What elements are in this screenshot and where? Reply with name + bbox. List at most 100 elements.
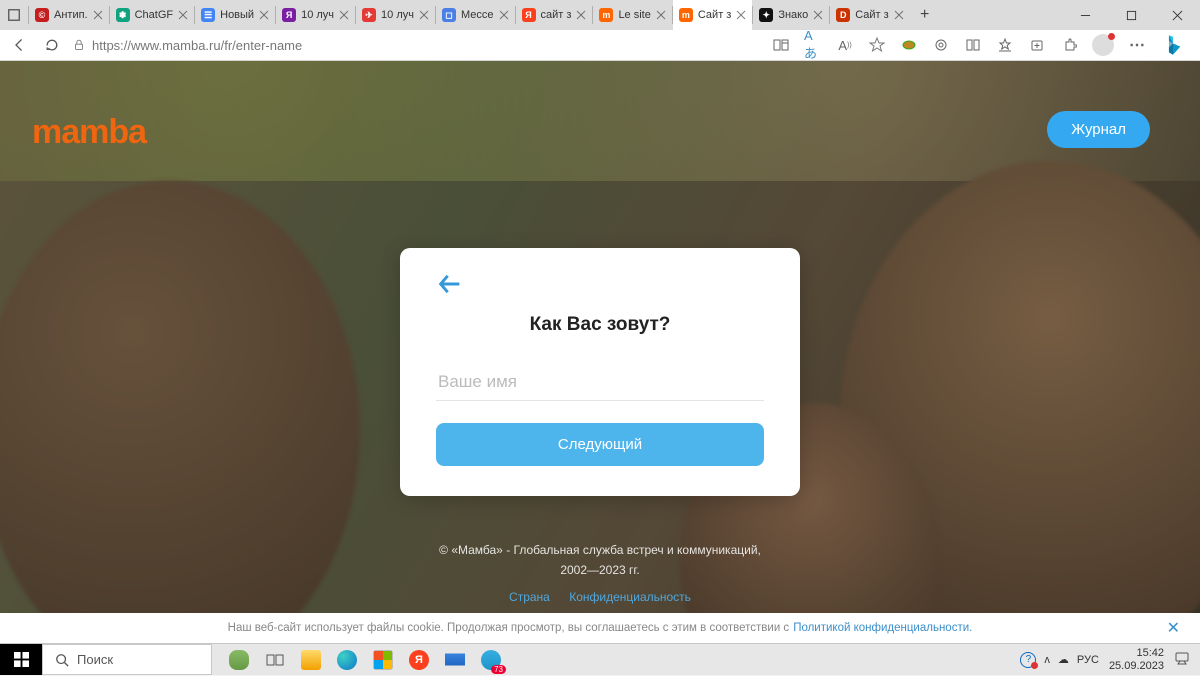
close-window-button[interactable]	[1154, 0, 1200, 30]
tab-strip: ©Антип. ✽ ChatGF ☰ Новый Я 10 луч ✈ 10 луч ◻ Мессе…	[29, 0, 910, 30]
tab-label: Сайт з	[698, 9, 731, 21]
tray-cloud-icon[interactable]: ☁	[1058, 653, 1069, 666]
translate-icon[interactable]: Aあ	[804, 36, 822, 54]
favorites-list-icon[interactable]	[996, 36, 1014, 54]
journal-button[interactable]: Журнал	[1047, 111, 1150, 148]
browser-tab[interactable]: Я 10 луч	[276, 0, 355, 30]
tab-favicon: Я	[282, 8, 296, 22]
tray-chevron-icon[interactable]: ʌ	[1044, 654, 1050, 666]
action-center-icon[interactable]	[1174, 650, 1190, 669]
browser-tab[interactable]: mLe site	[593, 0, 671, 30]
search-placeholder: Поиск	[77, 652, 113, 667]
tab-close-icon[interactable]	[656, 10, 666, 20]
tab-close-icon[interactable]	[259, 10, 269, 20]
browser-tab[interactable]: ✦Знако	[753, 0, 829, 30]
tab-close-icon[interactable]	[178, 10, 188, 20]
adblock-icon[interactable]	[900, 36, 918, 54]
tab-label: ChatGF	[135, 9, 174, 21]
browser-tab[interactable]: ◻ Мессе	[436, 0, 515, 30]
extensions-icon[interactable]	[1060, 36, 1078, 54]
search-icon	[55, 653, 69, 667]
tab-label: сайт з	[541, 9, 572, 21]
edge-icon[interactable]	[330, 644, 364, 676]
profile-avatar[interactable]	[1092, 34, 1114, 56]
tab-close-icon[interactable]	[499, 10, 509, 20]
system-tray: ? ʌ ☁ РУС 15:42 25.09.2023	[1020, 644, 1200, 675]
card-heading: Как Вас зовут?	[436, 314, 764, 336]
url-text: https://www.mamba.ru/fr/enter-name	[92, 38, 302, 53]
favorite-icon[interactable]	[868, 36, 886, 54]
browser-tab[interactable]: m Сайт з	[673, 0, 752, 30]
browser-tab[interactable]: Ясайт з	[516, 0, 593, 30]
taskbar-search[interactable]: Поиск	[42, 644, 212, 675]
tab-label: Мессе	[461, 9, 494, 21]
browser-titlebar: ©Антип. ✽ ChatGF ☰ Новый Я 10 луч ✈ 10 луч ◻ Мессе…	[0, 0, 1200, 30]
tab-favicon: ☰	[201, 8, 215, 22]
tab-favicon: Я	[522, 8, 536, 22]
tab-label: Новый	[220, 9, 254, 21]
telegram-icon[interactable]: 73	[474, 644, 508, 676]
page-footer: © «Мамба» - Глобальная служба встреч и к…	[0, 541, 1200, 607]
tab-close-icon[interactable]	[813, 10, 823, 20]
site-logo[interactable]: mamba	[32, 113, 146, 152]
browser-tab[interactable]: ©Антип.	[29, 0, 109, 30]
browser-tab[interactable]: ✽ ChatGF	[110, 0, 195, 30]
tab-favicon: m	[679, 8, 693, 22]
language-indicator[interactable]: РУС	[1077, 654, 1099, 666]
tab-close-icon[interactable]	[339, 10, 349, 20]
browser-tab[interactable]: DСайт з	[830, 0, 909, 30]
split-screen-icon[interactable]	[964, 36, 982, 54]
tab-favicon: m	[599, 8, 613, 22]
cookie-close-icon[interactable]: ✕	[1167, 618, 1180, 638]
footer-copyright-1: © «Мамба» - Глобальная служба встреч и к…	[0, 541, 1200, 560]
clock-date: 25.09.2023	[1109, 660, 1164, 673]
tray-help-icon[interactable]: ?	[1020, 652, 1036, 668]
footer-link-privacy[interactable]: Конфиденциальность	[569, 590, 691, 604]
tab-label: Сайт з	[855, 9, 888, 21]
browser-tab[interactable]: ✈ 10 луч	[356, 0, 435, 30]
webpage: mamba Журнал Как Вас зовут? Следующий © …	[0, 61, 1200, 643]
tab-favicon: ✈	[362, 8, 376, 22]
start-button[interactable]	[0, 644, 42, 675]
window-controls	[1062, 0, 1200, 30]
minimize-button[interactable]	[1062, 0, 1108, 30]
tab-close-icon[interactable]	[894, 10, 904, 20]
new-tab-button[interactable]: +	[910, 0, 940, 30]
tab-label: 10 луч	[381, 9, 414, 21]
name-input[interactable]	[436, 364, 764, 401]
collections-icon[interactable]	[1028, 36, 1046, 54]
menu-dots-icon[interactable]: ⋯	[1128, 36, 1146, 54]
footer-link-country[interactable]: Страна	[509, 590, 550, 604]
read-aloud-icon[interactable]: A))	[836, 36, 854, 54]
back-button[interactable]	[8, 33, 32, 57]
refresh-button[interactable]	[40, 33, 64, 57]
card-back-button[interactable]	[436, 270, 464, 298]
ms-store-icon[interactable]	[366, 644, 400, 676]
cookie-policy-link[interactable]: Политикой конфиденциальности.	[793, 622, 972, 634]
tab-close-icon[interactable]	[419, 10, 429, 20]
tab-close-icon[interactable]	[93, 10, 103, 20]
file-explorer-icon[interactable]	[294, 644, 328, 676]
yandex-icon[interactable]: Я	[402, 644, 436, 676]
address-bar: https://www.mamba.ru/fr/enter-name Aあ A)…	[0, 30, 1200, 61]
app-launcher-icon[interactable]	[772, 36, 790, 54]
tab-close-icon[interactable]	[576, 10, 586, 20]
tab-actions-icon[interactable]	[0, 0, 28, 30]
tab-label: 10 луч	[301, 9, 334, 21]
extension-gear-icon[interactable]	[932, 36, 950, 54]
maximize-button[interactable]	[1108, 0, 1154, 30]
taskbar-app-animal[interactable]	[222, 644, 256, 676]
mail-icon[interactable]	[438, 644, 472, 676]
tab-favicon: ✽	[116, 8, 130, 22]
browser-tab[interactable]: ☰ Новый	[195, 0, 275, 30]
clock[interactable]: 15:42 25.09.2023	[1109, 647, 1164, 672]
copilot-icon[interactable]	[1160, 32, 1186, 58]
next-button[interactable]: Следующий	[436, 423, 764, 466]
tab-close-icon[interactable]	[736, 10, 746, 20]
site-info-icon	[72, 38, 86, 52]
tab-label: Антип.	[54, 9, 88, 21]
footer-copyright-2: 2002—2023 гг.	[0, 561, 1200, 580]
tab-favicon: ◻	[442, 8, 456, 22]
url-box[interactable]: https://www.mamba.ru/fr/enter-name	[72, 38, 764, 53]
task-view-icon[interactable]	[258, 644, 292, 676]
